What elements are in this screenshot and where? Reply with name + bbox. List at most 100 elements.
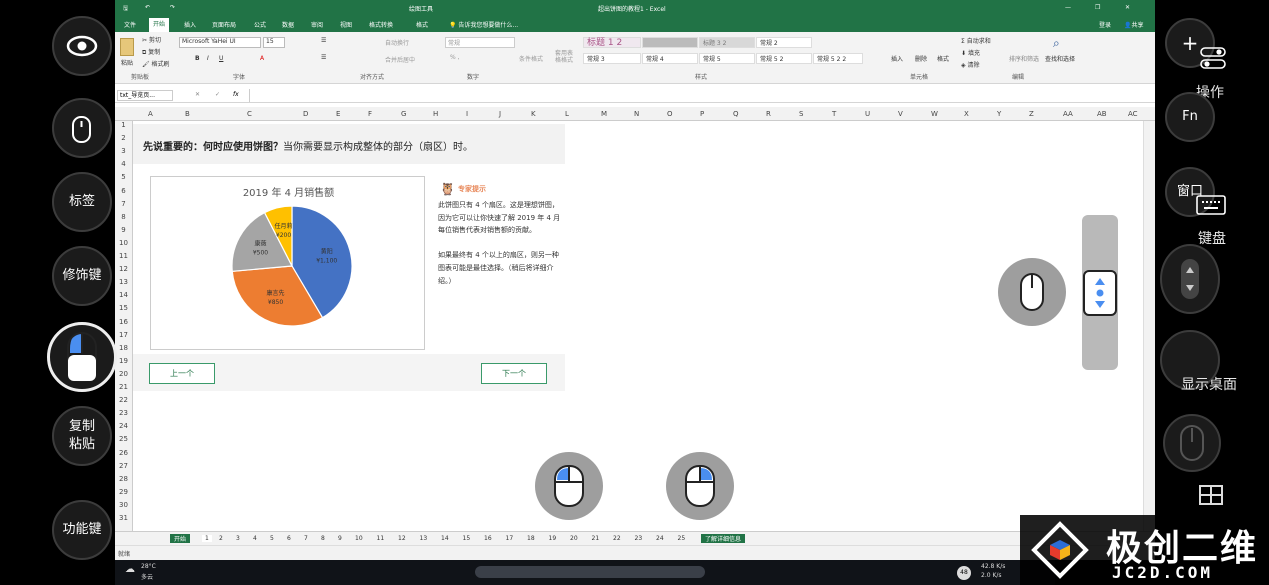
mouse-left-button[interactable] (47, 322, 117, 392)
row-header-26[interactable]: 26 (115, 449, 132, 457)
row-header-5[interactable]: 5 (115, 173, 132, 181)
column-header-Y[interactable]: Y (997, 110, 1001, 118)
tab-format[interactable]: 格式 (412, 20, 432, 29)
delete-cells-button[interactable]: 删除 (915, 54, 927, 63)
toggle-icon[interactable] (1200, 46, 1226, 70)
column-header-A[interactable]: A (148, 110, 153, 118)
style-normal-5[interactable]: 常规 5 (699, 53, 755, 64)
notification-badge[interactable]: 48 (957, 566, 971, 580)
sheet-tab-15[interactable]: 15 (463, 535, 471, 542)
fx-button[interactable]: fx (233, 91, 239, 98)
sort-filter-button[interactable]: 排序和筛选 (1009, 54, 1039, 63)
floating-right-click-button[interactable] (666, 452, 734, 520)
column-header-B[interactable]: B (185, 110, 190, 118)
sheet-tab-14[interactable]: 14 (441, 535, 449, 542)
keyboard-icon[interactable] (1196, 195, 1226, 215)
column-header-E[interactable]: E (336, 110, 340, 118)
keyboard-label[interactable]: 键盘 (1198, 228, 1226, 248)
row-header-20[interactable]: 20 (115, 370, 132, 378)
row-header-21[interactable]: 21 (115, 383, 132, 391)
row-header-14[interactable]: 14 (115, 291, 132, 299)
align-left-icon[interactable]: ☰ (321, 54, 326, 61)
column-header-F[interactable]: F (368, 110, 372, 118)
italic-button[interactable]: I (207, 55, 209, 62)
sheet-tab-25[interactable]: 25 (678, 535, 686, 542)
row-header-27[interactable]: 27 (115, 462, 132, 470)
row-header-16[interactable]: 16 (115, 318, 132, 326)
row-header-2[interactable]: 2 (115, 134, 132, 142)
tab-insert[interactable]: 插入 (180, 20, 200, 29)
row-header-30[interactable]: 30 (115, 501, 132, 509)
format-painter-button[interactable]: 🖌 格式刷 (142, 59, 170, 68)
row-header-24[interactable]: 24 (115, 422, 132, 430)
sheet-tab-11[interactable]: 11 (377, 535, 385, 542)
grid-icon[interactable] (1185, 480, 1237, 510)
floating-mouse-button[interactable] (998, 258, 1066, 326)
sheet-tab-3[interactable]: 3 (236, 535, 240, 542)
tab-file[interactable]: 文件 (120, 20, 140, 29)
row-header-11[interactable]: 11 (115, 252, 132, 260)
style-title-3-2[interactable]: 标题 3 2 (699, 37, 755, 48)
row-header-15[interactable]: 15 (115, 304, 132, 312)
tell-me-box[interactable]: 💡 告诉我您想要做什么... (445, 20, 522, 29)
row-header-19[interactable]: 19 (115, 357, 132, 365)
format-cells-button[interactable]: 格式 (937, 54, 949, 63)
find-select-button[interactable]: 查找和选择 (1045, 54, 1075, 63)
function-button[interactable]: 功能键 (52, 500, 112, 560)
label-button[interactable]: 标签 (52, 172, 112, 232)
style-normal-4[interactable]: 常规 4 (642, 53, 698, 64)
fn-button[interactable]: Fn (1165, 92, 1215, 142)
tab-format-convert[interactable]: 格式转换 (365, 20, 397, 29)
row-header-18[interactable]: 18 (115, 344, 132, 352)
underline-button[interactable]: U (219, 55, 223, 62)
row-header-25[interactable]: 25 (115, 435, 132, 443)
sheet-tab-16[interactable]: 16 (484, 535, 492, 542)
formula-input[interactable] (249, 89, 1145, 102)
column-header-M[interactable]: M (601, 110, 607, 118)
row-header-7[interactable]: 7 (115, 200, 132, 208)
font-name-select[interactable]: Microsoft YaHei UI (179, 37, 261, 48)
column-header-D[interactable]: D (303, 110, 308, 118)
column-header-Z[interactable]: Z (1029, 110, 1034, 118)
column-header-N[interactable]: N (634, 110, 639, 118)
row-header-3[interactable]: 3 (115, 147, 132, 155)
column-header-T[interactable]: T (832, 110, 836, 118)
sheet-tab-24[interactable]: 24 (656, 535, 664, 542)
share-button[interactable]: 👤共享 (1120, 20, 1148, 29)
tab-review[interactable]: 审阅 (307, 20, 327, 29)
minimize-icon[interactable]: — (1065, 4, 1071, 11)
sheet-tab-13[interactable]: 13 (420, 535, 428, 542)
column-header-L[interactable]: L (565, 110, 569, 118)
cut-button[interactable]: ✂ 剪切 (142, 35, 161, 44)
column-header-G[interactable]: G (401, 110, 406, 118)
style-normal-3[interactable]: 常规 3 (583, 53, 641, 64)
row-header-13[interactable]: 13 (115, 278, 132, 286)
row-header-23[interactable]: 23 (115, 409, 132, 417)
undo-icon[interactable]: ↶ (145, 4, 150, 11)
row-header-1[interactable]: 1 (115, 121, 132, 129)
style-normal-5-2[interactable]: 常规 5 2 (756, 53, 812, 64)
column-header-S[interactable]: S (799, 110, 803, 118)
tab-page-layout[interactable]: 页面布局 (208, 20, 240, 29)
row-header-28[interactable]: 28 (115, 475, 132, 483)
paste-label[interactable]: 粘贴 (121, 58, 133, 67)
column-header-P[interactable]: P (700, 110, 704, 118)
clear-button[interactable]: ◈ 清除 (961, 60, 980, 69)
cancel-icon[interactable]: ✕ (195, 91, 200, 98)
sheet-tab-12[interactable]: 12 (398, 535, 406, 542)
tab-home[interactable]: 开始 (149, 18, 170, 32)
page-heading[interactable]: 先说重要的：何时应使用饼图？当你需要显示构成整体的部分（扇区）时。 (133, 124, 565, 164)
column-header-R[interactable]: R (766, 110, 771, 118)
column-header-O[interactable]: O (667, 110, 673, 118)
maximize-icon[interactable]: ❐ (1095, 4, 1100, 11)
next-button[interactable]: 下一个 (481, 363, 547, 384)
scroll-wheel-button[interactable] (1160, 244, 1220, 314)
taskbar-search[interactable] (475, 566, 705, 578)
eye-button[interactable] (52, 16, 112, 76)
mouse-button[interactable] (52, 98, 112, 158)
column-header-AC[interactable]: AC (1128, 110, 1138, 118)
redo-icon[interactable]: ↷ (170, 4, 175, 11)
row-header-17[interactable]: 17 (115, 331, 132, 339)
floating-scroll-bar[interactable] (1082, 215, 1118, 370)
sheet-tab-2[interactable]: 2 (219, 535, 223, 542)
